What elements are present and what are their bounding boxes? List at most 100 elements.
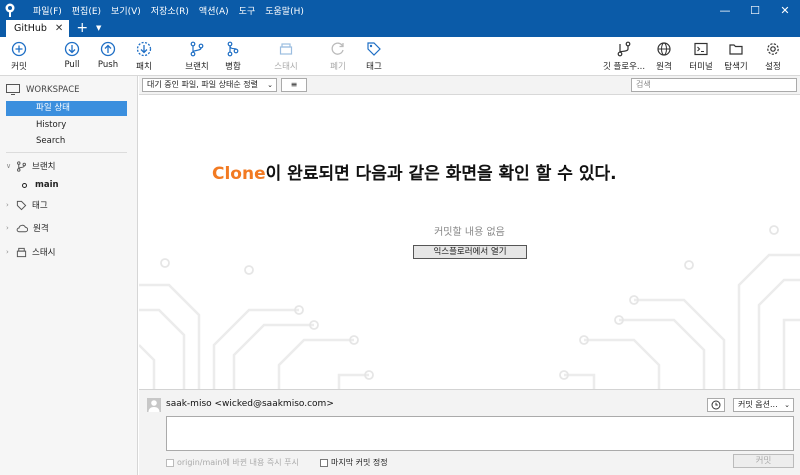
fetch-label: 패치 xyxy=(136,62,152,72)
avatar xyxy=(147,398,161,412)
current-branch-icon xyxy=(22,182,27,188)
tags-label: 태그 xyxy=(32,201,48,211)
tab-github[interactable]: GitHub ✕ xyxy=(6,20,70,37)
sidebar-item-file-status[interactable]: 파일 상태 xyxy=(6,101,127,116)
caption-text: 이 완료되면 다음과 같은 화면을 확인 할 수 있다. xyxy=(265,164,617,184)
commit-options-label: 커밋 옵션... xyxy=(738,400,778,409)
title-bar: 파일(F) 편집(E) 보기(V) 저장소(R) 액션(A) 도구 도움말(H)… xyxy=(0,0,800,20)
maximize-button[interactable]: ☐ xyxy=(740,0,770,20)
branch-label: 브랜치 xyxy=(185,62,209,72)
main-panel: Clone이 완료되면 다음과 같은 화면을 확인 할 수 있다. 커밋할 내용… xyxy=(139,95,800,389)
circuit-background-pattern xyxy=(139,225,800,389)
commit-submit-button[interactable]: 커밋 xyxy=(733,454,794,468)
globe-icon xyxy=(657,42,671,56)
search-placeholder: 검색 xyxy=(636,80,651,89)
tag-label: 태그 xyxy=(366,62,382,72)
menu-edit[interactable]: 편집(E) xyxy=(67,4,106,17)
checkbox-box xyxy=(320,458,328,467)
clock-icon xyxy=(711,400,721,410)
commit-label: 커밋 xyxy=(11,62,27,72)
git-flow-icon xyxy=(617,41,631,57)
discard-label: 폐기 xyxy=(330,62,346,72)
branch-icon xyxy=(190,41,204,57)
push-icon xyxy=(100,41,116,57)
sidebar-item-search[interactable]: Search xyxy=(6,134,127,149)
checkbox-box xyxy=(166,458,174,467)
stash-icon xyxy=(16,247,27,257)
merge-button[interactable]: 병합 xyxy=(211,40,255,72)
menu-view[interactable]: 보기(V) xyxy=(106,4,146,17)
sidebar-divider xyxy=(6,152,127,153)
tutorial-caption: Clone이 완료되면 다음과 같은 화면을 확인 할 수 있다. xyxy=(212,159,617,184)
menu-actions[interactable]: 액션(A) xyxy=(194,4,234,17)
commit-icon xyxy=(11,41,27,57)
commit-panel: saak-miso <wicked@saakmiso.com> 커밋 옵션...… xyxy=(139,389,800,475)
branch-name: main xyxy=(35,180,59,190)
menu-tools[interactable]: 도구 xyxy=(234,4,261,17)
sidebar-item-history[interactable]: History xyxy=(6,118,127,133)
fetch-button[interactable]: 패치 xyxy=(122,40,166,72)
file-status-select[interactable]: 대기 중인 파일, 파일 상태순 정렬 ⌄ xyxy=(142,78,277,92)
workspace-header: WORKSPACE xyxy=(6,84,80,95)
merge-icon xyxy=(227,41,239,57)
pull-label: Pull xyxy=(64,60,80,70)
window-controls: — ☐ ✕ xyxy=(710,0,800,20)
caption-accent: Clone xyxy=(212,164,266,184)
push-now-checkbox[interactable]: origin/main에 바뀐 내용 즉시 푸시 xyxy=(166,457,299,468)
settings-label: 설정 xyxy=(765,62,781,72)
filter-bar: 대기 중인 파일, 파일 상태순 정렬 ⌄ ≡ 검색 xyxy=(139,76,800,95)
no-commit-message: 커밋할 내용 없음 xyxy=(434,227,505,238)
minimize-button[interactable]: — xyxy=(710,0,740,20)
terminal-icon xyxy=(694,42,708,56)
workspace-label: WORKSPACE xyxy=(26,84,80,95)
stash-button[interactable]: 스태시 xyxy=(264,40,308,72)
commit-options-select[interactable]: 커밋 옵션... ⌄ xyxy=(733,398,794,412)
amend-label: 마지막 커밋 정정 xyxy=(331,458,388,467)
sidebar-group-branches[interactable]: ∨ 브랜치 xyxy=(6,160,55,172)
remotes-label: 원격 xyxy=(33,224,49,234)
menu-repository[interactable]: 저장소(R) xyxy=(146,4,194,17)
chevron-down-icon: ⌄ xyxy=(267,81,273,89)
tab-close-icon[interactable]: ✕ xyxy=(55,23,63,34)
search-input[interactable]: 검색 xyxy=(631,78,797,92)
add-tab-button[interactable]: + xyxy=(76,20,88,37)
chevron-down-icon: ∨ xyxy=(6,162,12,170)
settings-button[interactable]: 설정 xyxy=(751,40,795,72)
chevron-right-icon: › xyxy=(6,224,9,232)
explorer-label: 탐색기 xyxy=(724,62,748,72)
tab-dropdown-icon[interactable]: ▼ xyxy=(96,20,101,37)
discard-icon xyxy=(331,42,344,55)
fetch-icon xyxy=(136,41,152,57)
toolbar: 커밋 Pull Push 패치 브랜치 병합 스태시 폐기 태그 깃 플로우..… xyxy=(0,37,800,76)
folder-icon xyxy=(729,44,743,55)
cloud-icon xyxy=(16,224,28,233)
branch-icon xyxy=(17,160,26,172)
tag-icon xyxy=(16,200,27,210)
commit-author: saak-miso <wicked@saakmiso.com> xyxy=(166,399,334,409)
git-flow-button[interactable]: 깃 플로우... xyxy=(600,40,648,72)
tag-button[interactable]: 태그 xyxy=(352,40,396,72)
chevron-down-icon: ⌄ xyxy=(784,401,790,409)
commit-history-button[interactable] xyxy=(707,398,725,412)
merge-label: 병합 xyxy=(225,62,241,72)
terminal-label: 터미널 xyxy=(689,62,713,72)
tab-label: GitHub xyxy=(14,23,47,34)
view-mode-select[interactable]: ≡ xyxy=(281,78,307,92)
menu-file[interactable]: 파일(F) xyxy=(28,4,67,17)
chevron-right-icon: › xyxy=(6,248,9,256)
sidebar-group-tags[interactable]: › 태그 xyxy=(6,199,48,211)
amend-checkbox[interactable]: 마지막 커밋 정정 xyxy=(320,457,388,468)
close-button[interactable]: ✕ xyxy=(770,0,800,20)
sidebar-group-remotes[interactable]: › 원격 xyxy=(6,222,49,234)
menu-bar: 파일(F) 편집(E) 보기(V) 저장소(R) 액션(A) 도구 도움말(H) xyxy=(28,4,309,17)
open-in-explorer-button[interactable]: 익스플로러에서 열기 xyxy=(413,245,527,259)
sidebar-group-stashes[interactable]: › 스태시 xyxy=(6,246,55,258)
menu-help[interactable]: 도움말(H) xyxy=(260,4,309,17)
sidebar: WORKSPACE 파일 상태 History Search ∨ 브랜치 mai… xyxy=(0,76,138,475)
commit-message-input[interactable] xyxy=(166,416,794,451)
list-icon: ≡ xyxy=(290,80,298,89)
sidebar-branch-main[interactable]: main xyxy=(22,180,59,190)
commit-button[interactable]: 커밋 xyxy=(0,40,41,72)
tab-bar: GitHub ✕ + ▼ xyxy=(0,20,800,37)
stash-icon xyxy=(279,43,293,55)
